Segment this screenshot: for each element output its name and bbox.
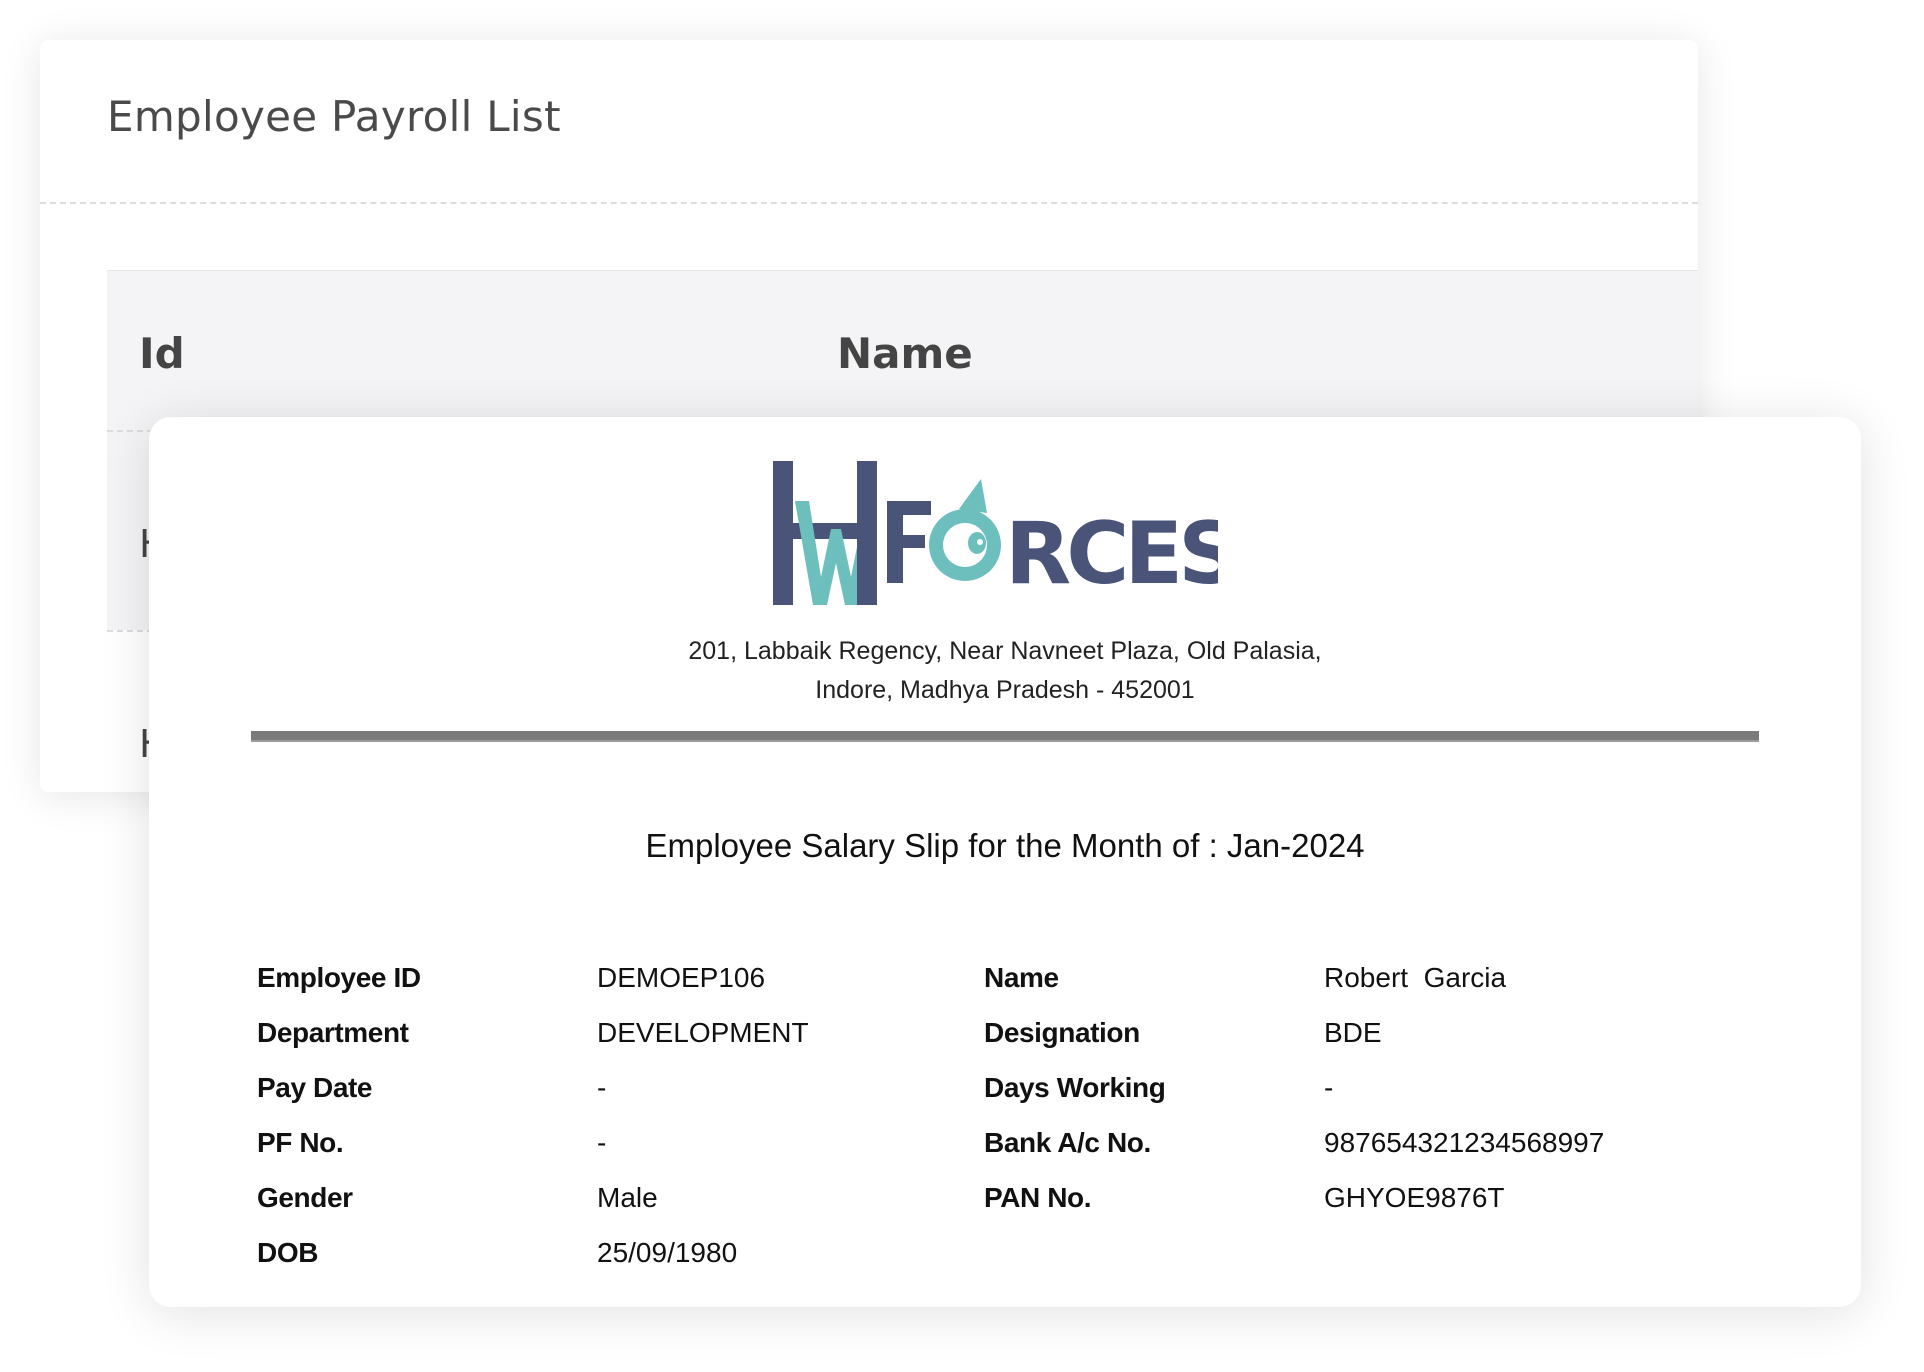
detail-row: DOB 25/09/1980	[257, 1237, 1757, 1292]
label-name: Name	[984, 962, 1059, 993]
label-bank-account: Bank A/c No.	[984, 1127, 1151, 1158]
label-pf-no: PF No.	[257, 1127, 344, 1158]
address-line-1: 201, Labbaik Regency, Near Navneet Plaza…	[688, 637, 1322, 665]
value-pay-date: -	[597, 1072, 607, 1103]
detail-row: Pay Date - Days Working -	[257, 1072, 1757, 1127]
hw-forces-logo: RCES	[773, 461, 1218, 605]
detail-row: Employee ID DEMOEP106 Name Robert Garcia	[257, 962, 1757, 1017]
value-department: DEVELOPMENT	[597, 1017, 809, 1048]
detail-row: Department DEVELOPMENT Designation BDE	[257, 1017, 1757, 1072]
payroll-list-title: Employee Payroll List	[107, 92, 561, 141]
value-days-working: -	[1324, 1072, 1334, 1103]
svg-text:RCES: RCES	[1005, 504, 1218, 604]
address-line-2: Indore, Madhya Pradesh - 452001	[815, 676, 1195, 704]
value-bank-account: 987654321234568997	[1324, 1127, 1605, 1158]
label-employee-id: Employee ID	[257, 962, 421, 993]
value-pan-no: GHYOE9876T	[1324, 1182, 1505, 1213]
value-dob: 25/09/1980	[597, 1237, 738, 1268]
label-days-working: Days Working	[984, 1072, 1166, 1103]
label-pan-no: PAN No.	[984, 1182, 1092, 1213]
column-header-name[interactable]: Name	[837, 329, 973, 378]
table-header: Id Name	[107, 270, 1698, 430]
company-address: 201, Labbaik Regency, Near Navneet Plaza…	[149, 632, 1861, 710]
salary-slip-title: Employee Salary Slip for the Month of : …	[645, 827, 1365, 864]
column-header-id[interactable]: Id	[139, 329, 185, 378]
value-gender: Male	[597, 1182, 658, 1213]
value-name: Robert Garcia	[1324, 962, 1507, 993]
detail-row: Gender Male PAN No. GHYOE9876T	[257, 1182, 1757, 1237]
label-pay-date: Pay Date	[257, 1072, 373, 1103]
title-divider	[40, 202, 1698, 204]
value-employee-id: DEMOEP106	[597, 962, 766, 993]
label-department: Department	[257, 1017, 409, 1048]
value-pf-no: -	[597, 1127, 607, 1158]
label-dob: DOB	[257, 1237, 319, 1268]
label-gender: Gender	[257, 1182, 353, 1213]
value-designation: BDE	[1324, 1017, 1382, 1048]
header-rule	[251, 731, 1759, 742]
salary-slip-card: RCES 201, Labbaik Regency, Near Navneet …	[149, 417, 1861, 1307]
employee-details: Employee ID DEMOEP106 Name Robert Garcia…	[257, 962, 1757, 1292]
label-designation: Designation	[984, 1017, 1140, 1048]
detail-row: PF No. - Bank A/c No. 987654321234568997	[257, 1127, 1757, 1182]
